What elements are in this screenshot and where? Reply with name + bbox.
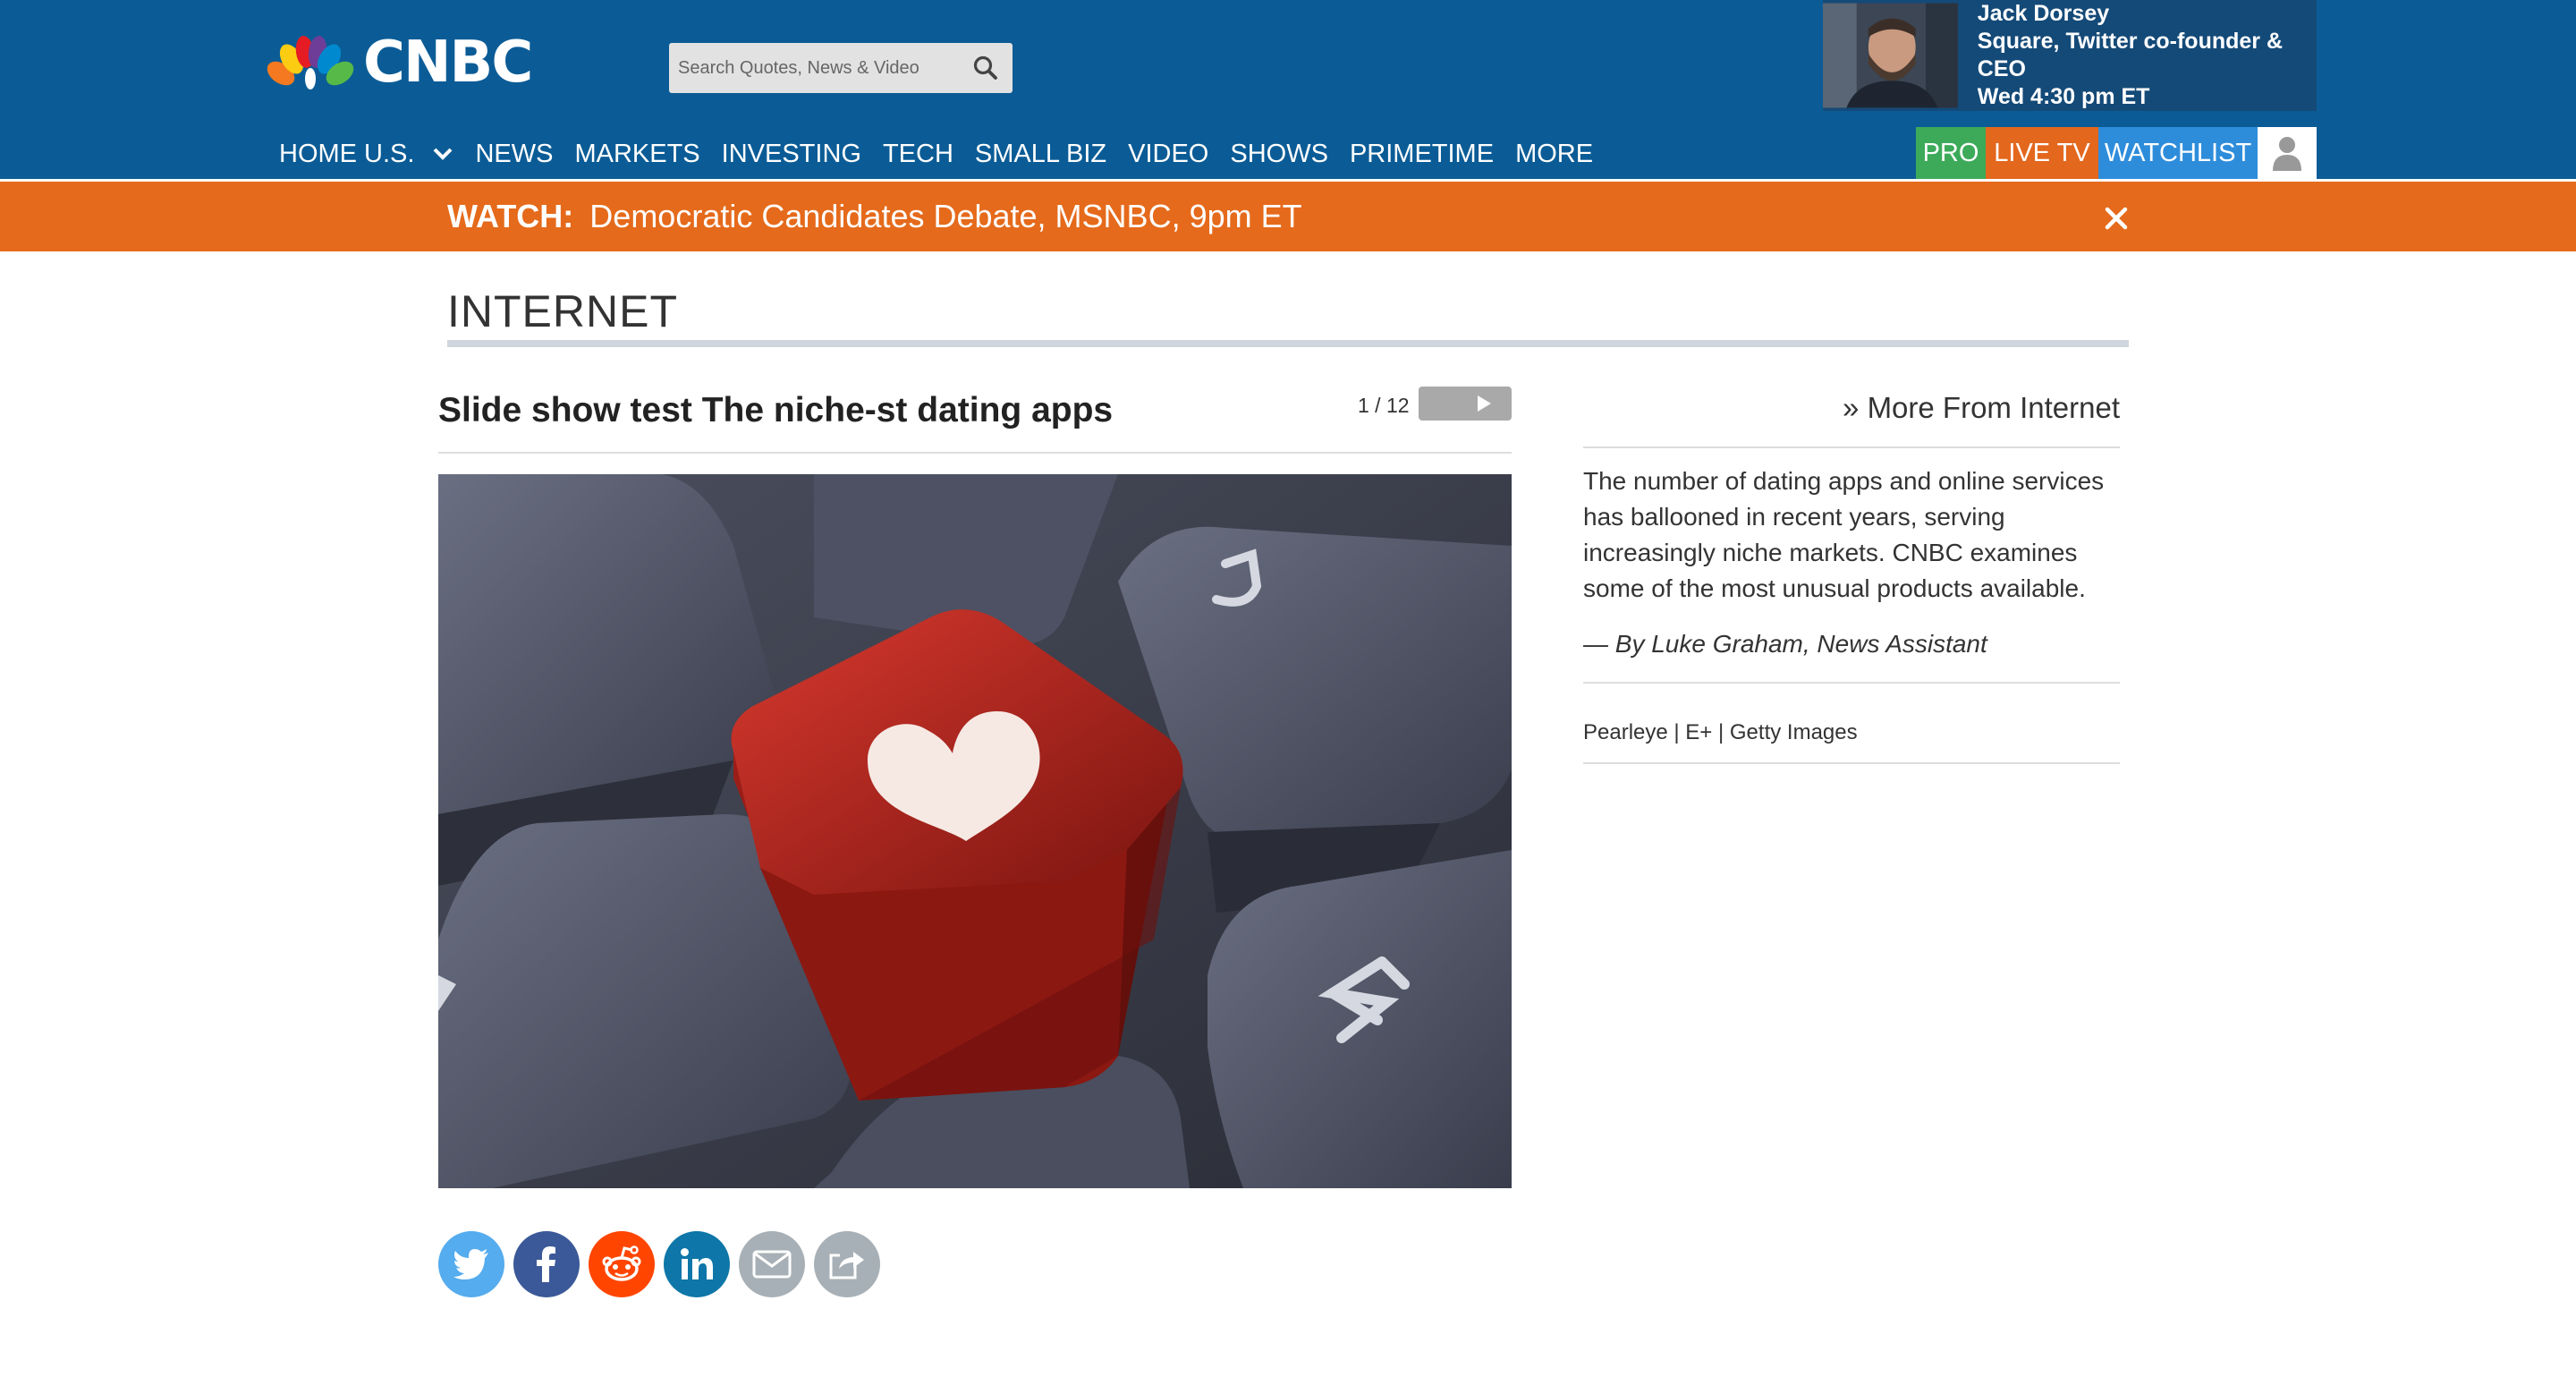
nav-item-investing[interactable]: INVESTING bbox=[722, 136, 861, 172]
live-promo[interactable]: Jack Dorsey Square, Twitter co-founder &… bbox=[1823, 0, 2317, 111]
nav-item-markets[interactable]: MARKETS bbox=[574, 136, 699, 172]
linkedin-icon bbox=[681, 1248, 713, 1279]
nav-item-tech[interactable]: TECH bbox=[883, 136, 953, 172]
pro-button[interactable]: PRO bbox=[1916, 127, 1986, 179]
rail-divider-bottom bbox=[1583, 762, 2120, 764]
next-slide-button[interactable] bbox=[1419, 387, 1512, 421]
photo-credit: Pearleye | E+ | Getty Images bbox=[1583, 720, 1858, 744]
user-account-button[interactable] bbox=[2258, 127, 2317, 179]
user-icon bbox=[2273, 137, 2301, 171]
more-from-internet-link[interactable]: » More From Internet bbox=[1583, 387, 2120, 429]
banner-label: WATCH: bbox=[447, 198, 574, 234]
main-nav: HOME U.S. NEWS MARKETS INVESTING TECH SM… bbox=[279, 136, 1614, 172]
cnbc-logo[interactable]: CNBC bbox=[267, 30, 533, 96]
banner-text[interactable]: Democratic Candidates Debate, MSNBC, 9pm… bbox=[589, 198, 1301, 234]
twitter-icon bbox=[453, 1249, 488, 1279]
site-header: CNBC Jack Dorsey Square, Twitter co-foun… bbox=[0, 0, 2576, 179]
close-icon[interactable] bbox=[2098, 200, 2134, 236]
nav-item-news[interactable]: NEWS bbox=[475, 136, 553, 172]
facebook-icon bbox=[537, 1246, 555, 1282]
nav-item-more[interactable]: MORE bbox=[1515, 136, 1593, 172]
facebook-share-button[interactable] bbox=[513, 1231, 580, 1297]
share-button[interactable] bbox=[814, 1231, 880, 1297]
nav-item-home-label: HOME U.S. bbox=[279, 140, 415, 168]
play-icon bbox=[1478, 395, 1491, 412]
search-icon[interactable] bbox=[959, 43, 1013, 93]
slideshow-description: The number of dating apps and online ser… bbox=[1583, 467, 2105, 602]
slide-counter: 1 / 12 bbox=[1358, 394, 1410, 417]
live-tv-button[interactable]: LIVE TV bbox=[1986, 127, 2098, 179]
logo-text: CNBC bbox=[363, 30, 533, 96]
search-input[interactable] bbox=[669, 43, 959, 93]
keyboard-heart-image bbox=[438, 474, 1512, 1188]
watchlist-button[interactable]: WATCHLIST bbox=[2098, 127, 2258, 179]
byline: — By Luke Graham, News Assistant bbox=[1583, 630, 1987, 658]
nav-item-shows[interactable]: SHOWS bbox=[1230, 136, 1328, 172]
rail-divider-middle bbox=[1583, 682, 2120, 684]
promo-time: Wed 4:30 pm ET bbox=[1977, 84, 2150, 109]
twitter-share-button[interactable] bbox=[438, 1231, 504, 1297]
reddit-icon bbox=[602, 1245, 641, 1281]
nav-item-small-biz[interactable]: SMALL BIZ bbox=[975, 136, 1106, 172]
search-box bbox=[669, 43, 1013, 93]
linkedin-share-button[interactable] bbox=[664, 1231, 730, 1297]
section-divider bbox=[447, 340, 2129, 347]
slide-image[interactable] bbox=[438, 474, 1512, 1188]
email-share-button[interactable] bbox=[739, 1231, 805, 1297]
slideshow-divider bbox=[438, 452, 1512, 454]
watch-banner[interactable]: WATCH: Democratic Candidates Debate, MSNB… bbox=[0, 182, 2576, 251]
nav-item-home[interactable]: HOME U.S. bbox=[279, 136, 453, 172]
peacock-icon bbox=[267, 36, 354, 89]
email-icon bbox=[752, 1250, 792, 1279]
share-icon bbox=[829, 1252, 864, 1279]
slideshow-title: Slide show test The niche-st dating apps bbox=[438, 391, 1114, 429]
nav-item-video[interactable]: VIDEO bbox=[1128, 136, 1208, 172]
share-bar bbox=[438, 1231, 889, 1297]
rail-divider-top bbox=[1583, 446, 2120, 448]
promo-title: Square, Twitter co-founder & CEO bbox=[1977, 29, 2284, 81]
reddit-share-button[interactable] bbox=[589, 1231, 655, 1297]
chevron-down-icon[interactable] bbox=[432, 147, 453, 161]
nav-item-primetime[interactable]: PRIMETIME bbox=[1350, 136, 1494, 172]
promo-photo bbox=[1823, 3, 1958, 108]
section-title[interactable]: INTERNET bbox=[447, 285, 678, 338]
promo-name: Jack Dorsey bbox=[1977, 1, 2110, 26]
